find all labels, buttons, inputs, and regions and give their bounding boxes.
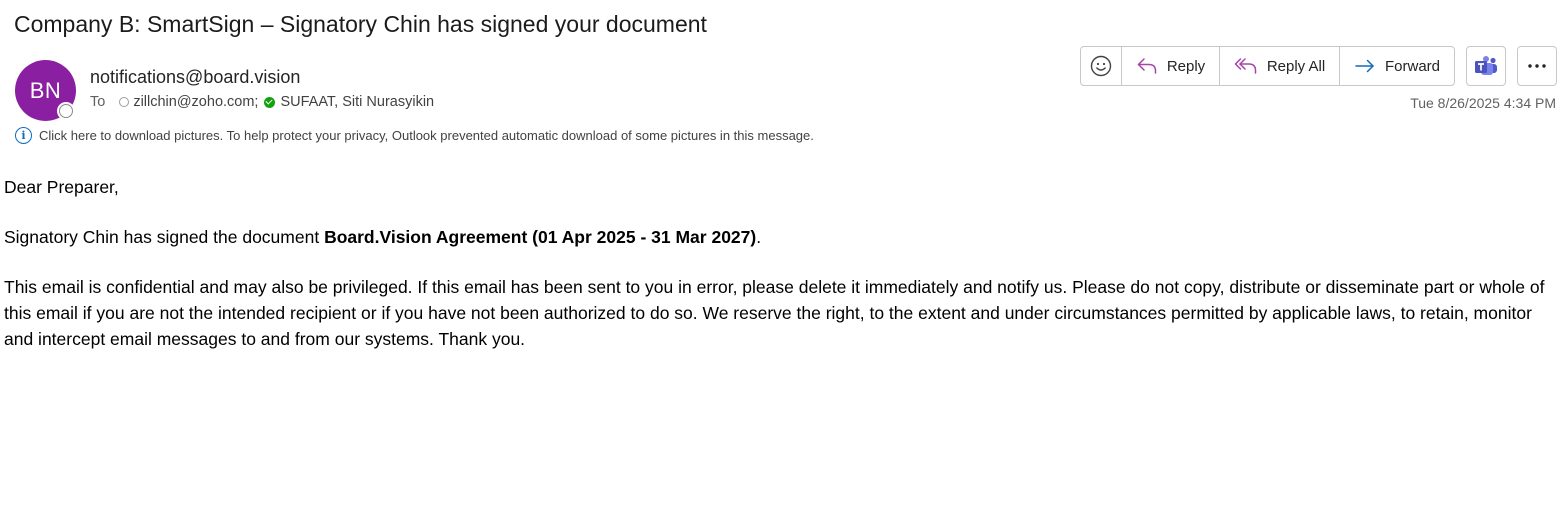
message-toolbar: Reply Reply All Forward xyxy=(1080,46,1455,86)
reply-label: Reply xyxy=(1166,57,1206,75)
teams-chat-button[interactable] xyxy=(1466,46,1506,86)
email-subject: Company B: SmartSign – Signatory Chin ha… xyxy=(14,11,707,37)
signed-notice-prefix: Signatory Chin has signed the document xyxy=(4,227,325,247)
reply-all-icon xyxy=(1234,58,1257,74)
email-reading-pane: Company B: SmartSign – Signatory Chin ha… xyxy=(0,0,1564,518)
more-actions-button[interactable] xyxy=(1517,46,1557,86)
received-timestamp: Tue 8/26/2025 4:34 PM xyxy=(1410,95,1556,111)
confidentiality-disclaimer: This email is confidential and may also … xyxy=(4,277,1545,349)
forward-label: Forward xyxy=(1384,57,1440,75)
download-pictures-text: Click here to download pictures. To help… xyxy=(39,128,814,143)
download-pictures-bar[interactable]: i Click here to download pictures. To he… xyxy=(15,127,814,144)
sender-address[interactable]: notifications@board.vision xyxy=(90,67,300,88)
recipient-sufaat[interactable]: SUFAAT, Siti Nurasyikin xyxy=(280,94,434,110)
document-name: Board.Vision Agreement (01 Apr 2025 - 31… xyxy=(324,227,757,247)
reply-all-label: Reply All xyxy=(1266,57,1326,75)
forward-arrow-icon xyxy=(1355,59,1374,73)
info-icon: i xyxy=(15,127,32,144)
available-status-icon xyxy=(264,96,276,108)
teams-icon xyxy=(1475,56,1497,75)
presence-status-icon xyxy=(59,104,73,118)
recipients-line: To zillchin@zoho.com; SUFAAT, Siti Nuras… xyxy=(90,94,440,110)
message-body: Dear Preparer, Signatory Chin has signed… xyxy=(4,174,1560,376)
signed-notice-suffix: . xyxy=(756,227,762,247)
reply-all-button[interactable]: Reply All xyxy=(1220,47,1340,85)
more-icon xyxy=(1528,64,1546,68)
reply-icon xyxy=(1137,58,1157,74)
recipient-zillchin[interactable]: zillchin@zoho.com; xyxy=(133,94,258,110)
smiley-icon xyxy=(1090,55,1112,77)
signed-notice: Signatory Chin has signed the document B… xyxy=(4,224,1560,250)
reply-button[interactable]: Reply xyxy=(1122,47,1220,85)
unknown-status-icon xyxy=(119,97,130,107)
greeting: Dear Preparer, xyxy=(4,177,119,197)
to-label: To xyxy=(90,94,106,110)
avatar-initials: BN xyxy=(29,77,62,103)
forward-button[interactable]: Forward xyxy=(1340,47,1454,85)
react-button[interactable] xyxy=(1081,47,1122,85)
